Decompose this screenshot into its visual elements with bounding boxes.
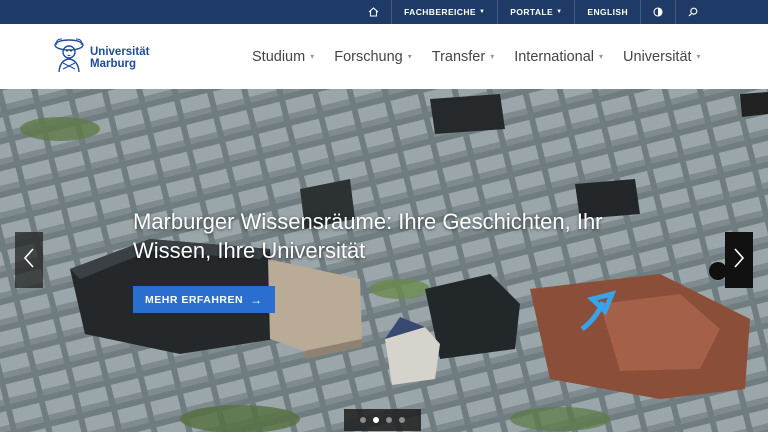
nav-label: Transfer — [431, 48, 486, 65]
portale-menu[interactable]: PORTALE ▼ — [497, 0, 574, 24]
chevron-down-icon: ▼ — [556, 9, 563, 15]
portale-label: PORTALE — [510, 7, 554, 17]
logo-wordmark: Universität Marburg — [90, 46, 149, 70]
logo-line-2: Marburg — [90, 57, 136, 70]
slider-dot[interactable] — [360, 417, 366, 423]
nav-item-studium[interactable]: Studium ▾ — [252, 49, 314, 65]
arrow-right-icon: → — [250, 292, 263, 307]
slider-dot[interactable] — [399, 417, 405, 423]
utility-bar: FACHBEREICHE ▼ PORTALE ▼ ENGLISH — [0, 0, 768, 24]
search-icon — [688, 7, 698, 17]
chevron-down-icon: ▾ — [696, 52, 701, 61]
hero-title: Marburger Wissensräume: Ihre Geschichten… — [133, 209, 603, 263]
nav-label: Universität — [623, 48, 692, 65]
university-logo[interactable]: Universität Marburg — [52, 36, 149, 79]
chevron-down-icon: ▾ — [407, 52, 412, 61]
nav-label: Studium — [252, 48, 306, 65]
english-label: ENGLISH — [587, 7, 628, 17]
slider-pagination — [344, 409, 421, 431]
nav-label: International — [514, 48, 595, 65]
chevron-right-icon — [733, 247, 745, 273]
slider-next-button[interactable] — [725, 232, 753, 288]
contrast-icon — [653, 7, 663, 17]
contrast-toggle[interactable] — [640, 0, 675, 24]
main-nav: Studium ▾ Forschung ▾ Transfer ▾ Interna… — [252, 24, 721, 89]
fachbereiche-menu[interactable]: FACHBEREICHE ▼ — [391, 0, 497, 24]
chevron-down-icon: ▾ — [490, 52, 495, 61]
slider-prev-button[interactable] — [15, 232, 43, 288]
nav-item-international[interactable]: International ▾ — [514, 49, 603, 65]
nav-label: Forschung — [334, 48, 403, 65]
home-icon — [368, 7, 379, 17]
chevron-down-icon: ▾ — [310, 52, 315, 61]
chevron-down-icon: ▾ — [599, 52, 604, 61]
logo-emblem-icon — [52, 36, 86, 79]
fachbereiche-label: FACHBEREICHE — [404, 7, 476, 17]
more-button[interactable]: MEHR ERFAHREN → — [133, 286, 275, 313]
search-button[interactable] — [675, 0, 710, 24]
main-header: Universität Marburg Studium ▾ Forschung … — [0, 24, 768, 89]
nav-item-transfer[interactable]: Transfer ▾ — [432, 49, 494, 65]
hero-slider: Marburger Wissensräume: Ihre Geschichten… — [0, 89, 768, 432]
chevron-down-icon: ▼ — [478, 9, 486, 15]
chevron-left-icon — [23, 247, 35, 273]
nav-item-universitaet[interactable]: Universität ▾ — [623, 49, 701, 65]
slider-dot[interactable] — [386, 417, 392, 423]
logo-line-1: Universität — [90, 45, 150, 58]
english-link[interactable]: ENGLISH — [574, 0, 640, 24]
more-button-label: MEHR ERFAHREN — [145, 293, 244, 306]
home-link[interactable] — [356, 0, 391, 24]
nav-item-forschung[interactable]: Forschung ▾ — [334, 49, 412, 65]
slider-dot[interactable] — [373, 417, 379, 423]
